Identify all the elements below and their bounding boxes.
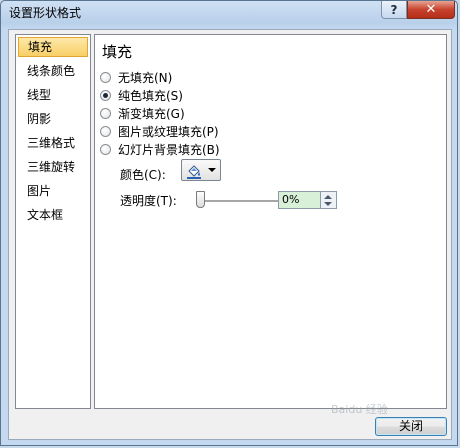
option-label: 图片或纹理填充(P)	[118, 124, 219, 139]
paint-bucket-icon	[187, 165, 201, 179]
fill-panel: 填充 无填充(N) 纯色填充(S) 渐变填充(G) 图片或纹理填充(P) 幻灯片…	[94, 34, 447, 409]
radio-button[interactable]	[100, 125, 111, 137]
option-label: 幻灯片背景填充(B)	[118, 142, 220, 157]
format-shape-dialog: 设置形状格式 ? ✕ 填充 线条颜色 线型 阴影 三维格式 三维旋转 图片 文本…	[0, 0, 458, 446]
transparency-input[interactable]: 0%	[278, 191, 321, 209]
picture-texture-fill-option[interactable]: 图片或纹理填充(P)	[100, 123, 219, 139]
no-fill-option[interactable]: 无填充(N)	[100, 69, 172, 85]
transparency-spinner[interactable]	[321, 191, 337, 209]
nav-item-shadow[interactable]: 阴影	[18, 109, 88, 129]
solid-fill-option[interactable]: 纯色填充(S)	[100, 87, 183, 103]
watermark: Baidu 经验	[331, 403, 388, 416]
radio-button[interactable]	[100, 71, 111, 83]
spin-up-icon[interactable]	[324, 195, 332, 199]
nav-item-3d-format[interactable]: 三维格式	[18, 133, 88, 153]
title-bar[interactable]: 设置形状格式 ? ✕	[1, 1, 457, 23]
window-title: 设置形状格式	[9, 6, 82, 20]
window-close-button[interactable]: ✕	[407, 1, 455, 19]
chevron-down-icon	[208, 168, 216, 172]
radio-button-checked[interactable]	[100, 89, 111, 101]
radio-button[interactable]	[100, 143, 111, 155]
option-label: 纯色填充(S)	[118, 88, 183, 103]
color-picker-button[interactable]	[181, 159, 221, 181]
radio-button[interactable]	[100, 107, 111, 119]
color-row: 颜色(C):	[120, 163, 166, 185]
transparency-label: 透明度(T):	[120, 194, 177, 208]
category-list: 填充 线条颜色 线型 阴影 三维格式 三维旋转 图片 文本框	[15, 34, 91, 409]
option-label: 渐变填充(G)	[118, 106, 185, 121]
color-label: 颜色(C):	[120, 167, 166, 182]
gradient-fill-option[interactable]: 渐变填充(G)	[100, 105, 185, 121]
help-button[interactable]: ?	[381, 1, 407, 19]
nav-item-picture[interactable]: 图片	[18, 181, 88, 201]
slide-background-fill-option[interactable]: 幻灯片背景填充(B)	[100, 141, 220, 157]
nav-item-text-box[interactable]: 文本框	[18, 205, 88, 225]
transparency-slider-track[interactable]	[198, 200, 288, 203]
spin-down-icon[interactable]	[324, 202, 332, 206]
nav-item-3d-rotation[interactable]: 三维旋转	[18, 157, 88, 177]
panel-heading: 填充	[102, 43, 133, 61]
option-label: 无填充(N)	[118, 70, 173, 85]
nav-item-line-style[interactable]: 线型	[18, 85, 88, 105]
nav-item-fill[interactable]: 填充	[18, 37, 88, 57]
nav-item-line-color[interactable]: 线条颜色	[18, 61, 88, 81]
close-button[interactable]: 关闭	[375, 417, 447, 436]
transparency-slider-thumb[interactable]	[196, 191, 205, 208]
dialog-body: 填充 线条颜色 线型 阴影 三维格式 三维旋转 图片 文本框 填充 无填充(N)…	[8, 29, 452, 440]
